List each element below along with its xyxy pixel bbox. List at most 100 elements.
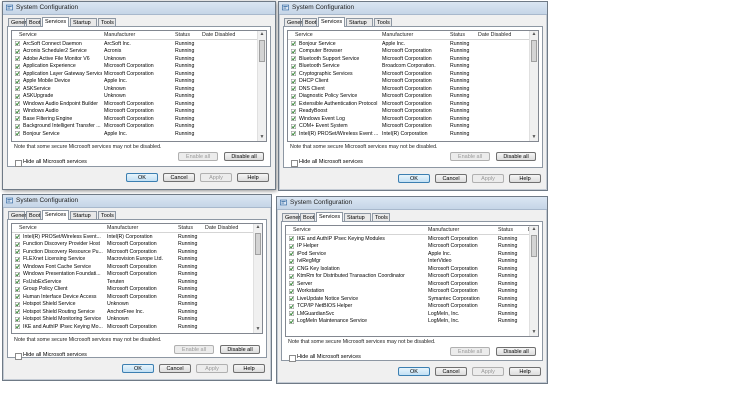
table-row[interactable]: Base Filtering Engine Microsoft Corporati… [12, 115, 258, 123]
scroll-down-icon[interactable]: ▼ [530, 134, 538, 141]
scroll-down-icon[interactable]: ▼ [258, 134, 266, 141]
disable-all-button[interactable]: Disable all [496, 152, 536, 161]
checked-checkbox-icon[interactable] [15, 271, 20, 277]
checked-checkbox-icon[interactable] [15, 86, 20, 91]
tab-general[interactable]: General [8, 211, 31, 219]
checked-checkbox-icon[interactable] [291, 41, 296, 46]
checked-checkbox-icon[interactable] [291, 71, 296, 76]
scroll-thumb[interactable] [531, 40, 537, 62]
tab-boot[interactable]: Boot [302, 18, 317, 26]
table-row[interactable]: Human Interface Device Access Microsoft C… [12, 293, 254, 301]
apply-button[interactable]: Apply [196, 364, 228, 373]
table-row[interactable]: Diagnostic Policy Service Microsoft Corpo… [288, 93, 530, 101]
enable-all-button[interactable]: Enable all [450, 152, 490, 161]
apply-button[interactable]: Apply [472, 367, 504, 376]
table-row[interactable]: KtmRm for Distributed Transaction Coordi… [286, 273, 530, 281]
checked-checkbox-icon[interactable] [15, 324, 20, 329]
table-row[interactable]: IKE and AuthIP IPsec Keying Modules Micro… [286, 235, 530, 243]
table-row[interactable]: Intel(R) PROSet/Wireless Event... Intel(R… [12, 233, 254, 241]
vertical-scrollbar[interactable]: ▲ ▼ [253, 224, 262, 333]
tab-startup[interactable]: Startup [346, 18, 373, 26]
table-row[interactable]: ReadyBoost Microsoft Corporation Running [288, 108, 530, 116]
table-row[interactable]: ArcSoft Connect Daemon ArcSoft Inc. Runnin… [12, 40, 258, 48]
checked-checkbox-icon[interactable] [291, 78, 296, 84]
table-row[interactable]: Adobe Active File Monitor V6 Unknown Runni… [12, 55, 258, 63]
apply-button[interactable]: Apply [200, 173, 232, 182]
scroll-thumb[interactable] [255, 233, 261, 255]
checked-checkbox-icon[interactable] [15, 41, 20, 46]
checked-checkbox-icon[interactable] [15, 256, 20, 262]
checked-checkbox-icon[interactable] [15, 101, 20, 106]
tab-services[interactable]: Services [42, 17, 69, 27]
ok-button[interactable]: OK [398, 174, 430, 183]
checked-checkbox-icon[interactable] [289, 236, 294, 241]
column-header-status[interactable]: Status [450, 32, 465, 38]
column-header-date-disabled[interactable]: Date Disabled [202, 32, 235, 38]
scroll-thumb[interactable] [259, 40, 265, 62]
table-row[interactable]: ASKService Unknown Running [12, 85, 258, 93]
disable-all-button[interactable]: Disable all [220, 345, 260, 354]
tab-services[interactable]: Services [42, 210, 69, 220]
help-button[interactable]: Help [233, 364, 265, 373]
table-row[interactable]: CNG Key Isolation Microsoft Corporation Ru… [286, 265, 530, 273]
column-header-manufacturer[interactable]: Manufacturer [428, 227, 459, 233]
services-list[interactable]: Service Manufacturer Status Date Disable… [11, 30, 267, 142]
checked-checkbox-icon[interactable] [15, 48, 20, 54]
tab-startup[interactable]: Startup [344, 213, 371, 221]
checked-checkbox-icon[interactable] [289, 251, 294, 256]
scroll-down-icon[interactable]: ▼ [530, 329, 538, 336]
help-button[interactable]: Help [509, 367, 541, 376]
tab-general[interactable]: General [282, 213, 305, 221]
tab-tools[interactable]: Tools [98, 211, 116, 219]
checked-checkbox-icon[interactable] [15, 131, 20, 136]
checked-checkbox-icon[interactable] [289, 318, 294, 324]
checked-checkbox-icon[interactable] [291, 56, 296, 61]
table-row[interactable]: Bluetooth Support Service Microsoft Corpo… [288, 55, 530, 63]
checked-checkbox-icon[interactable] [15, 309, 20, 314]
table-row[interactable]: Extensible Authentication Protocol Micros… [288, 100, 530, 108]
table-row[interactable]: LogMeIn Maintenance Service LogMeIn, Inc.… [286, 318, 530, 326]
cancel-button[interactable]: Cancel [435, 367, 467, 376]
checked-checkbox-icon[interactable] [289, 243, 294, 249]
table-row[interactable]: Intel(R) PROSet/Wireless Event ... Intel(… [288, 130, 530, 138]
table-row[interactable]: Windows Event Log Microsoft Corporation Ru… [288, 115, 530, 123]
checked-checkbox-icon[interactable] [15, 264, 20, 269]
table-row[interactable]: Acronis Scheduler2 Service Acronis Running [12, 48, 258, 56]
table-row[interactable]: Computer Browser Microsoft Corporation Run… [288, 48, 530, 56]
disable-all-button[interactable]: Disable all [496, 347, 536, 356]
table-row[interactable]: Bonjour Service Apple Inc. Running [12, 130, 258, 138]
table-row[interactable]: Windows Audio Microsoft Corporation Runnin… [12, 108, 258, 116]
table-row[interactable]: Function Discovery Resource Pu... Microso… [12, 248, 254, 256]
checked-checkbox-icon[interactable] [289, 296, 294, 301]
cancel-button[interactable]: Cancel [159, 364, 191, 373]
table-row[interactable]: Background Intelligent Transfer ... Micro… [12, 123, 258, 131]
table-row[interactable]: DNS Client Microsoft Corporation Running [288, 85, 530, 93]
help-button[interactable]: Help [509, 174, 541, 183]
column-header-date-disabled[interactable]: Date Disabled [478, 32, 511, 38]
tab-services[interactable]: Services [316, 212, 343, 222]
disable-all-button[interactable]: Disable all [224, 152, 264, 161]
hide-microsoft-services-checkbox[interactable] [15, 160, 22, 167]
enable-all-button[interactable]: Enable all [178, 152, 218, 161]
checked-checkbox-icon[interactable] [15, 249, 20, 254]
scroll-down-icon[interactable]: ▼ [254, 326, 262, 333]
table-row[interactable]: IP Helper Microsoft Corporation Running [286, 243, 530, 251]
checked-checkbox-icon[interactable] [15, 241, 20, 247]
tab-tools[interactable]: Tools [374, 18, 392, 26]
tab-general[interactable]: General [8, 18, 31, 26]
table-row[interactable]: iPod Service Apple Inc. Running [286, 250, 530, 258]
table-row[interactable]: Application Experience Microsoft Corporat… [12, 63, 258, 71]
table-row[interactable]: Function Discovery Provider Host Microsof… [12, 241, 254, 249]
ok-button[interactable]: OK [122, 364, 154, 373]
checked-checkbox-icon[interactable] [15, 294, 20, 299]
table-row[interactable]: Application Layer Gateway Service Microso… [12, 70, 258, 78]
column-header-manufacturer[interactable]: Manufacturer [107, 225, 138, 231]
checked-checkbox-icon[interactable] [289, 258, 294, 264]
checked-checkbox-icon[interactable] [291, 63, 296, 69]
checked-checkbox-icon[interactable] [291, 123, 296, 129]
table-row[interactable]: LiveUpdate Notice Service Symantec Corpor… [286, 295, 530, 303]
table-row[interactable]: Bonjour Service Apple Inc. Running [288, 40, 530, 48]
table-row[interactable]: Group Policy Client Microsoft Corporation… [12, 286, 254, 294]
tab-boot[interactable]: Boot [300, 213, 315, 221]
cancel-button[interactable]: Cancel [163, 173, 195, 182]
